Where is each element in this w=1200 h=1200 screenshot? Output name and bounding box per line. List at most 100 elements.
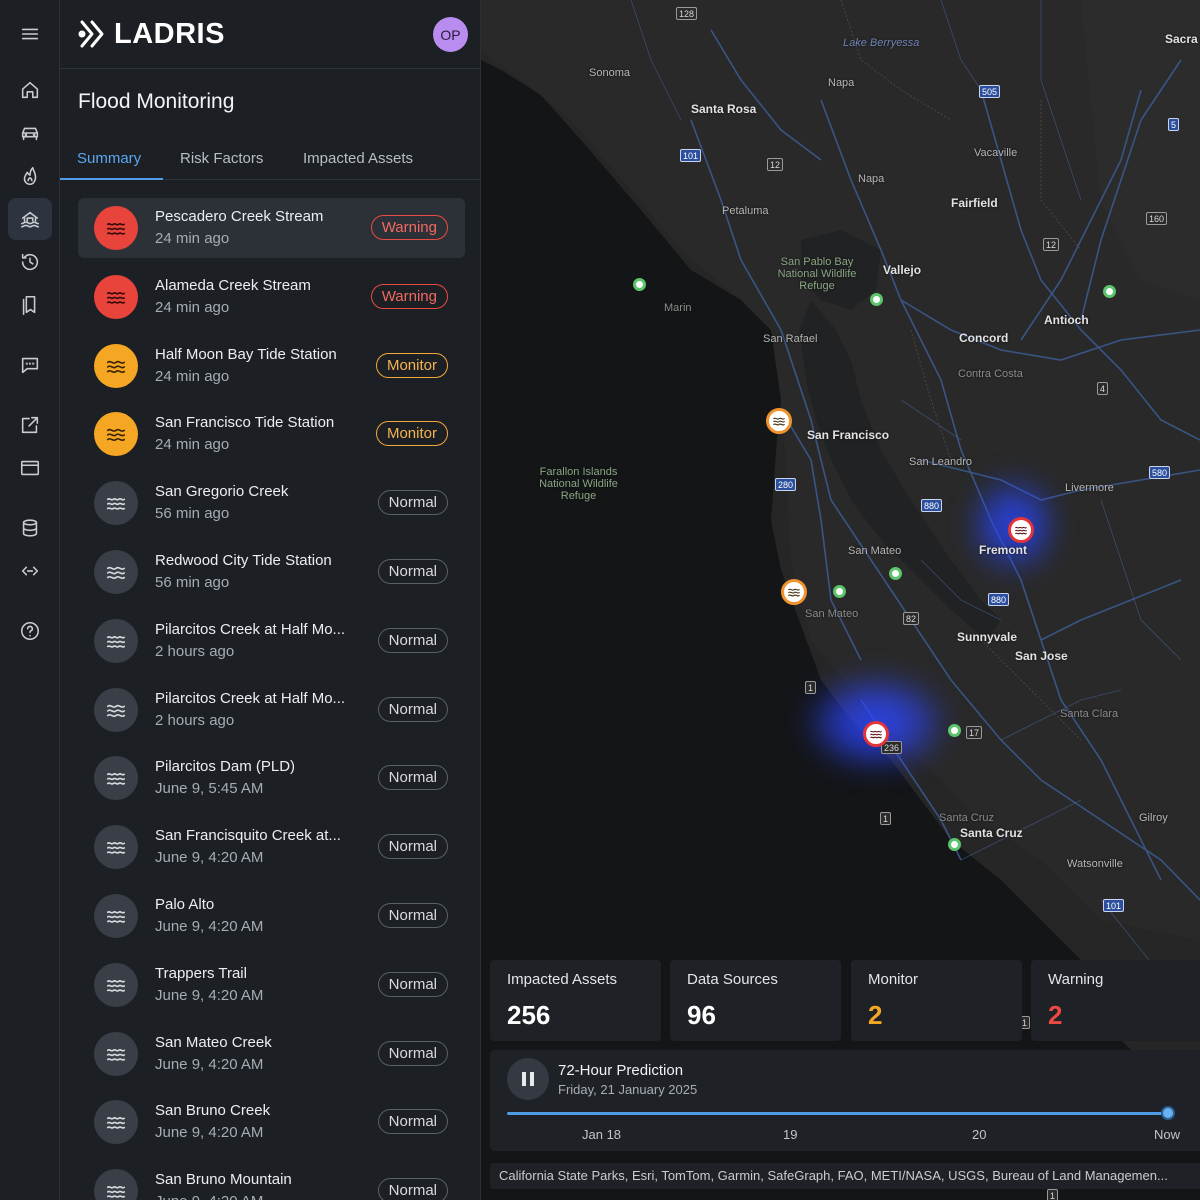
ladris-logo-icon: [78, 20, 104, 48]
map-place-label: Farallon Islands National Wildlife Refug…: [539, 466, 618, 502]
status-badge: Normal: [377, 765, 448, 791]
map-view[interactable]: Sonoma Napa Santa Rosa Lake Berryessa Sacra V…: [481, 0, 1200, 1200]
station-row[interactable]: San Bruno Mountain June 9, 4:20 AM Normal: [78, 1161, 465, 1200]
station-time: 24 min ago: [155, 436, 230, 454]
station-row[interactable]: Palo Alto June 9, 4:20 AM Normal: [78, 886, 465, 946]
stat-value: 96: [687, 1000, 716, 1030]
tab-summary[interactable]: Summary: [77, 150, 141, 167]
database-icon[interactable]: [8, 507, 52, 549]
car-icon[interactable]: [8, 112, 52, 154]
stream-icon: [106, 842, 126, 855]
stream-icon: [106, 910, 126, 923]
sensor-marker[interactable]: [633, 278, 646, 291]
map-place-label: San Mateo: [848, 545, 902, 557]
station-status-circle: [94, 206, 138, 250]
fire-icon[interactable]: [8, 155, 52, 197]
station-row[interactable]: San Gregorio Creek 56 min ago Normal: [78, 473, 465, 533]
station-time: June 9, 4:20 AM: [155, 918, 264, 935]
sensor-marker[interactable]: [948, 838, 961, 851]
sensor-marker[interactable]: [948, 724, 961, 737]
brand-logo[interactable]: LADRIS: [78, 16, 225, 52]
station-name: Pilarcitos Dam (PLD): [155, 758, 296, 776]
code-icon[interactable]: [8, 550, 52, 592]
map-place-label: Napa: [858, 173, 885, 185]
station-name: San Francisco Tide Station: [155, 414, 335, 432]
stream-station-marker[interactable]: [863, 721, 889, 747]
highway-shield: 1: [1047, 1189, 1059, 1200]
stat-card[interactable]: Monitor 2: [851, 960, 1022, 1041]
sensor-marker[interactable]: [870, 293, 883, 306]
stat-card[interactable]: Warning 2: [1031, 960, 1200, 1041]
stream-icon: [106, 773, 126, 786]
menu-icon[interactable]: [8, 13, 52, 55]
sensor-marker[interactable]: [833, 585, 846, 598]
status-badge: Warning: [370, 283, 448, 309]
brand-name: LADRIS: [114, 17, 225, 50]
station-row[interactable]: Pilarcitos Creek at Half Mo... 2 hours ag…: [78, 611, 465, 671]
sensor-marker[interactable]: [1103, 285, 1116, 298]
tide-icon: [106, 566, 126, 580]
external-link-icon[interactable]: [8, 404, 52, 446]
header-divider: [60, 68, 480, 69]
stat-value: 2: [868, 1000, 883, 1030]
sensor-marker[interactable]: [889, 567, 902, 580]
stream-station-marker[interactable]: [1008, 517, 1034, 543]
home-icon[interactable]: [8, 69, 52, 111]
station-name: San Bruno Mountain: [155, 1171, 292, 1189]
highway-shield: 5: [1168, 118, 1180, 131]
tab-impacted-assets[interactable]: Impacted Assets: [303, 150, 413, 167]
highway-shield: 4: [1097, 382, 1109, 395]
tide-station-marker[interactable]: [781, 579, 807, 605]
timeline-tick: Now: [1154, 1127, 1181, 1142]
station-row[interactable]: Alameda Creek Stream 24 min ago Warning: [78, 267, 465, 327]
timeline-track[interactable]: [507, 1112, 1172, 1115]
stream-icon: [106, 979, 126, 992]
station-time: 2 hours ago: [155, 642, 235, 660]
station-row[interactable]: Trappers Trail June 9, 4:20 AM Normal: [78, 955, 465, 1015]
stream-icon: [106, 291, 126, 304]
status-badge: Normal: [377, 971, 448, 997]
map-place-label: Sacra: [1165, 32, 1198, 46]
station-row[interactable]: Half Moon Bay Tide Station 24 min ago Moni…: [78, 336, 465, 396]
station-row[interactable]: San Mateo Creek June 9, 4:20 AM Normal: [78, 1024, 465, 1084]
station-row[interactable]: Pilarcitos Creek at Half Mo... 2 hours ag…: [78, 680, 465, 740]
status-badge: Normal: [377, 696, 448, 722]
user-avatar[interactable]: OP: [433, 17, 468, 52]
map-place-label: Fairfield: [951, 196, 998, 210]
station-status-circle: [94, 481, 138, 526]
tab-risk-factors[interactable]: Risk Factors: [180, 150, 263, 167]
station-time: June 9, 4:20 AM: [155, 1055, 264, 1073]
station-row[interactable]: San Francisco Tide Station 24 min ago Moni…: [78, 404, 465, 464]
chat-icon[interactable]: [8, 344, 52, 386]
window-icon[interactable]: [8, 447, 52, 489]
map-place-label: Livermore: [1065, 482, 1114, 494]
station-status-circle: [94, 1031, 138, 1076]
stat-label: Warning: [1048, 971, 1104, 988]
highway-shield: 101: [1103, 899, 1125, 912]
station-time: June 9, 4:20 AM: [155, 1124, 264, 1142]
station-row[interactable]: Pescadero Creek Stream 24 min ago Warning: [78, 198, 465, 258]
station-row[interactable]: San Francisquito Creek at... June 9, 4:20…: [78, 817, 465, 877]
highway-shield: 101: [680, 149, 702, 162]
nav-rail: [0, 0, 60, 1200]
station-status-circle: [94, 618, 138, 663]
station-name: Pilarcitos Creek at Half Mo...: [155, 689, 346, 707]
flood-icon[interactable]: [8, 198, 52, 240]
timeline-thumb[interactable]: [1161, 1106, 1175, 1120]
pause-button[interactable]: [507, 1058, 549, 1100]
tide-station-marker[interactable]: [766, 408, 792, 434]
station-row[interactable]: Pilarcitos Dam (PLD) June 9, 5:45 AM Norma…: [78, 748, 465, 808]
highway-shield: 880: [988, 593, 1010, 606]
stat-card[interactable]: Impacted Assets 256: [490, 960, 661, 1041]
prediction-title: 72-Hour Prediction: [558, 1062, 684, 1079]
timeline-tick: 19: [783, 1127, 798, 1142]
station-row[interactable]: San Bruno Creek June 9, 4:20 AM Normal: [78, 1092, 465, 1152]
station-time: June 9, 5:45 AM: [155, 780, 264, 798]
map-place-label: San Leandro: [909, 456, 972, 468]
stat-card[interactable]: Data Sources 96: [670, 960, 841, 1041]
station-status-circle: [94, 756, 138, 801]
help-icon[interactable]: [8, 610, 52, 652]
station-row[interactable]: Redwood City Tide Station 56 min ago Norma…: [78, 542, 465, 602]
bookmarks-icon[interactable]: [8, 284, 52, 326]
history-icon[interactable]: [8, 241, 52, 283]
